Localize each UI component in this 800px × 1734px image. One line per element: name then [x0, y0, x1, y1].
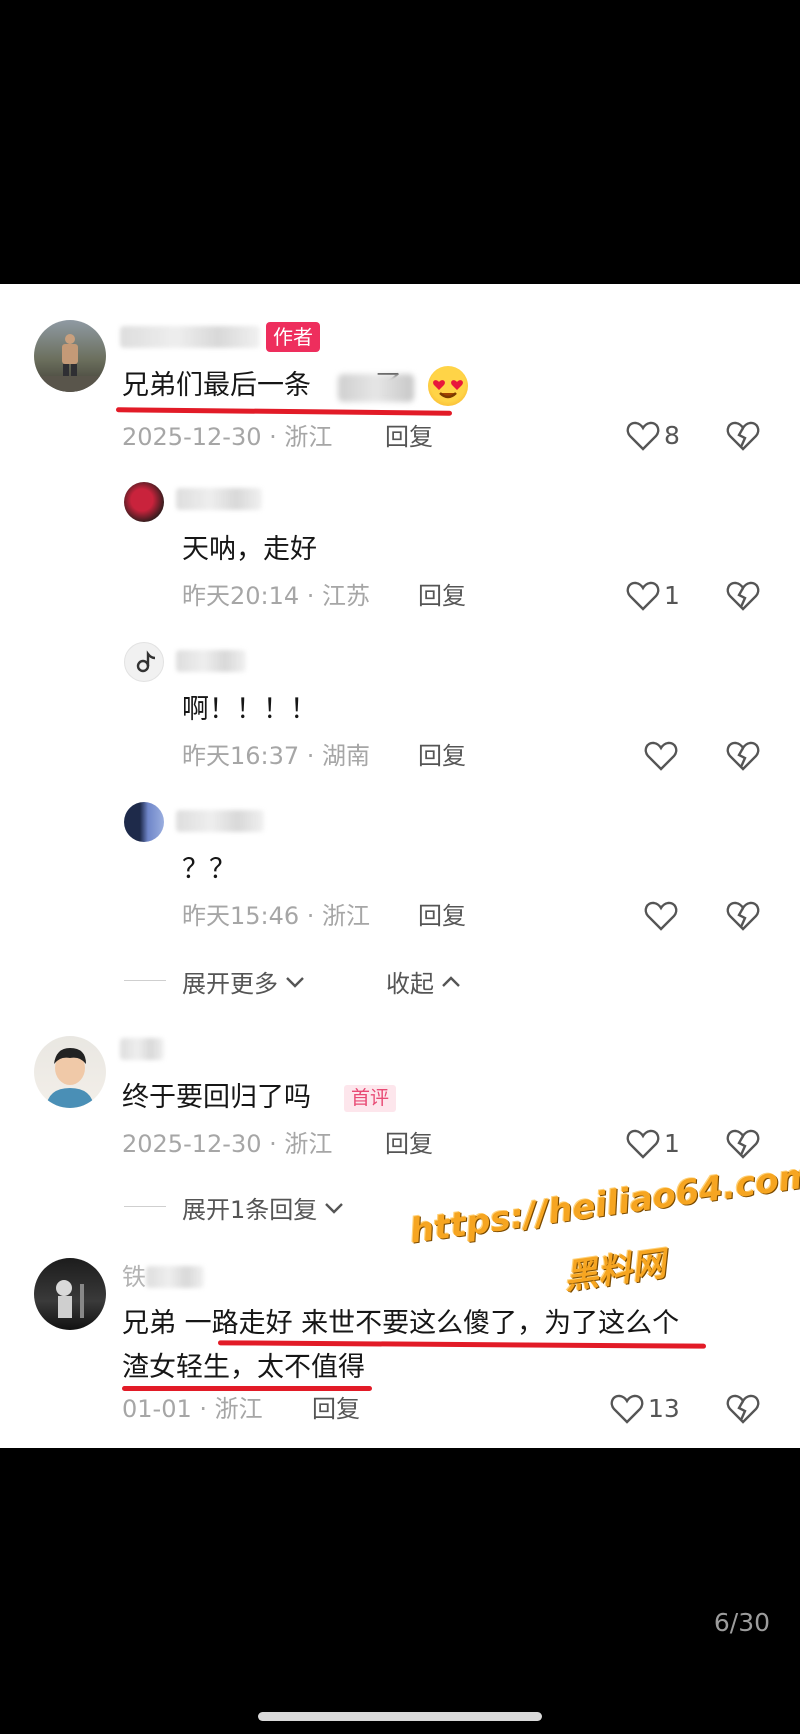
comment-date: 昨天20:14 · 江苏 — [182, 582, 371, 610]
like-count: 13 — [648, 1394, 680, 1423]
like-count: 1 — [664, 581, 680, 610]
expand-more-label: 展开更多 — [182, 970, 278, 998]
dislike-button[interactable] — [726, 580, 760, 616]
broken-heart-icon — [726, 421, 760, 451]
heart-icon — [626, 581, 660, 611]
avatar[interactable] — [124, 802, 164, 842]
chevron-down-icon — [286, 976, 304, 988]
avatar[interactable] — [124, 482, 164, 522]
comment-text-line1: 兄弟 一路走好 来世不要这么傻了，为了这么个 — [122, 1308, 680, 1339]
watermark-site: 黑料网 — [561, 1243, 669, 1298]
avatar[interactable] — [124, 642, 164, 682]
broken-heart-icon — [726, 741, 760, 771]
divider-dash — [124, 980, 166, 981]
username-initial: 铁 — [122, 1263, 146, 1291]
expand-replies-button[interactable]: 展开1条回复 — [182, 1190, 345, 1225]
username-blurred[interactable] — [176, 810, 264, 832]
username-blurred[interactable] — [120, 1038, 164, 1060]
like-button[interactable]: 8 — [626, 420, 680, 452]
avatar[interactable] — [34, 1036, 106, 1108]
collapse-label: 收起 — [386, 970, 434, 998]
broken-heart-icon — [726, 1129, 760, 1159]
first-comment-tag: 首评 — [344, 1085, 397, 1112]
red-underline — [115, 407, 453, 416]
like-button[interactable] — [644, 740, 682, 772]
comment-date: 昨天15:46 · 浙江 — [182, 902, 371, 930]
chevron-up-icon — [442, 975, 460, 987]
heart-eyes-emoji-icon — [428, 366, 468, 406]
dislike-button[interactable] — [726, 740, 760, 776]
comment-text: 终于要回归了吗 — [122, 1082, 311, 1113]
divider-dash — [124, 1206, 166, 1207]
username-blurred[interactable] — [176, 488, 262, 510]
comment-text: 天呐，走好 — [182, 534, 317, 565]
dislike-button[interactable] — [726, 1393, 760, 1429]
broken-heart-icon — [726, 581, 760, 611]
comment-date: 昨天16:37 · 湖南 — [182, 742, 371, 770]
username-blurred[interactable] — [120, 326, 260, 348]
boy-portrait-icon — [46, 1048, 94, 1108]
red-underline — [122, 1386, 372, 1391]
like-button[interactable]: 1 — [626, 1128, 680, 1160]
like-button[interactable] — [644, 900, 682, 932]
comment-date: 2025-12-30 · 浙江 — [122, 1130, 333, 1158]
censored-text — [338, 374, 414, 402]
reply-button[interactable]: 回复 — [418, 901, 466, 931]
reply-button[interactable]: 回复 — [418, 741, 466, 771]
dislike-button[interactable] — [726, 420, 760, 456]
tiktok-logo-icon — [136, 650, 156, 673]
like-count: 1 — [664, 1129, 680, 1158]
avatar[interactable] — [34, 320, 106, 392]
heart-icon — [644, 741, 678, 771]
heart-icon — [626, 1129, 660, 1159]
comment-date: 01-01 · 浙江 — [122, 1395, 263, 1423]
reply-button[interactable]: 回复 — [312, 1394, 360, 1424]
expand-more-button[interactable]: 展开更多 — [182, 964, 306, 999]
comment-text-line2: 渣女轻生，太不值得 — [122, 1352, 365, 1383]
author-tag: 作者 — [266, 322, 320, 352]
avatar[interactable] — [34, 1258, 106, 1330]
chevron-down-icon — [325, 1202, 344, 1214]
reply-button[interactable]: 回复 — [385, 422, 433, 452]
person-figure-icon — [34, 334, 106, 392]
broken-heart-icon — [726, 901, 760, 931]
expand-replies-label: 展开1条回复 — [182, 1196, 318, 1224]
heart-icon — [610, 1394, 644, 1424]
like-count: 8 — [664, 421, 680, 450]
watermark-url: https://heiliao64.com — [407, 1155, 800, 1252]
home-indicator[interactable] — [258, 1712, 542, 1721]
like-button[interactable]: 13 — [610, 1393, 680, 1425]
collapse-button[interactable]: 收起 — [386, 964, 462, 999]
page-indicator: 6/30 — [713, 1608, 770, 1637]
username-blurred[interactable] — [146, 1266, 204, 1288]
comment-panel: 作者 兄弟们最后一条了 2025-12-30 · 浙江 回复 8 天呐，走好 昨… — [0, 284, 800, 1448]
broken-heart-icon — [726, 1394, 760, 1424]
heart-icon — [644, 901, 678, 931]
comment-date: 2025-12-30 · 浙江 — [122, 423, 333, 451]
reply-button[interactable]: 回复 — [418, 581, 466, 611]
comment-text: ？？ — [182, 854, 236, 885]
dislike-button[interactable] — [726, 900, 760, 936]
username-blurred[interactable] — [176, 650, 246, 672]
like-button[interactable]: 1 — [626, 580, 680, 612]
dark-photo-icon — [56, 1280, 84, 1318]
reply-button[interactable]: 回复 — [385, 1129, 433, 1159]
dislike-button[interactable] — [726, 1128, 760, 1164]
comment-text: 啊！！！！ — [182, 694, 317, 725]
heart-icon — [626, 421, 660, 451]
